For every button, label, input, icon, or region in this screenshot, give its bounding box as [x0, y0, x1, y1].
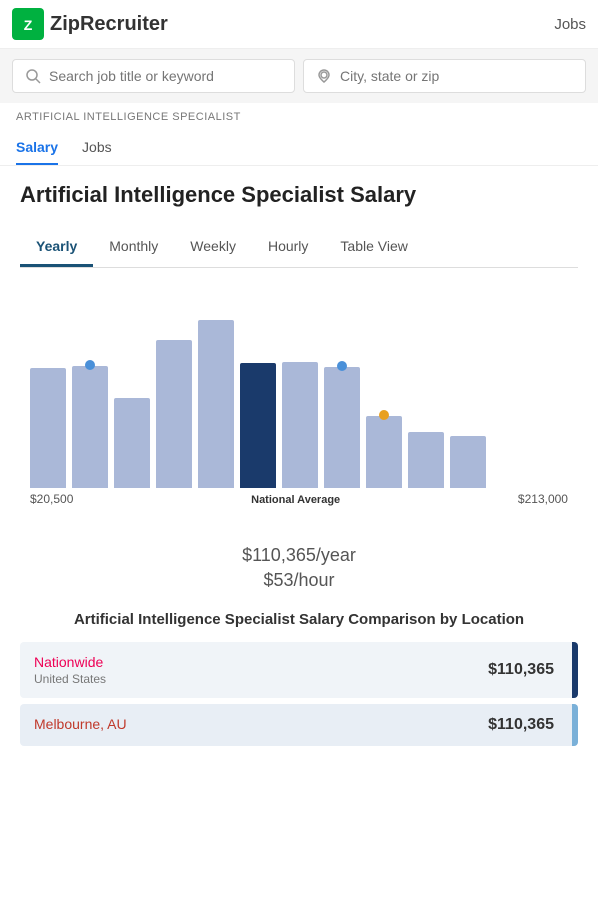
- chart-axis-labels: $20,500 National Average $213,000: [20, 488, 578, 506]
- bar-segment-1: [72, 366, 108, 488]
- salary-per-year: /year: [316, 545, 356, 565]
- bar-segment-7: [324, 367, 360, 488]
- bar-segment-2: [114, 398, 150, 488]
- salary-hourly: $53/hour: [20, 570, 578, 591]
- ziprecruiter-logo-icon: Z: [12, 8, 44, 40]
- tab-yearly[interactable]: Yearly: [20, 228, 93, 267]
- comparison-title: Artificial Intelligence Specialist Salar…: [20, 611, 578, 628]
- sub-nav-jobs[interactable]: Jobs: [82, 131, 112, 165]
- page-title: Artificial Intelligence Specialist Salar…: [20, 182, 578, 208]
- svg-text:Z: Z: [24, 17, 33, 33]
- chart-bars: [20, 288, 578, 488]
- comparison-name-nationwide: Nationwide: [34, 654, 488, 670]
- chart-bar-3: [156, 340, 192, 488]
- salary-hourly-amount: $53: [263, 570, 293, 590]
- comparison-row-melbourne: Melbourne, AU $110,365: [20, 704, 578, 746]
- search-bar: [0, 49, 598, 103]
- sub-nav: Salary Jobs: [0, 131, 598, 166]
- bar-segment-4: [198, 320, 234, 488]
- job-search-input[interactable]: [49, 68, 282, 84]
- chart-label-max: $213,000: [518, 492, 568, 506]
- jobs-link[interactable]: Jobs: [554, 16, 586, 33]
- bar-segment-10: [450, 436, 486, 488]
- bar-segment-3: [156, 340, 192, 488]
- salary-chart: $20,500 National Average $213,000: [20, 288, 578, 518]
- chart-bar-2: [114, 398, 150, 488]
- chart-bar-8: [366, 416, 402, 488]
- chart-bar-0: [30, 368, 66, 488]
- tab-hourly[interactable]: Hourly: [252, 228, 324, 267]
- comparison-value-melbourne: $110,365: [488, 716, 554, 734]
- comparison-info-melbourne: Melbourne, AU: [34, 716, 488, 734]
- tab-table-view[interactable]: Table View: [324, 228, 423, 267]
- chart-bar-10: [450, 436, 486, 488]
- bar-segment-6: [282, 362, 318, 488]
- comparison-sub-nationwide: United States: [34, 672, 488, 686]
- bar-segment-0: [30, 368, 66, 488]
- main-content: Artificial Intelligence Specialist Salar…: [0, 166, 598, 764]
- logo-text: ZipRecruiter: [50, 13, 168, 36]
- chart-bar-4: [198, 320, 234, 488]
- tab-monthly[interactable]: Monthly: [93, 228, 174, 267]
- salary-amount: $110,365: [242, 545, 316, 565]
- comparison-row-nationwide: Nationwide United States $110,365: [20, 642, 578, 698]
- comparison-value-nationwide: $110,365: [488, 661, 554, 679]
- salary-main-value: $110,365/year: [20, 528, 578, 570]
- chart-national-label: National Average: [251, 494, 340, 506]
- location-search-input[interactable]: [340, 68, 573, 84]
- chart-bar-7: [324, 367, 360, 488]
- salary-tabs: Yearly Monthly Weekly Hourly Table View: [20, 228, 578, 268]
- sub-nav-salary[interactable]: Salary: [16, 131, 58, 165]
- bar-segment-5: [240, 363, 276, 488]
- salary-per-hour: /hour: [294, 570, 335, 590]
- blue-dot-1: [85, 360, 95, 370]
- bar-segment-9: [408, 432, 444, 488]
- salary-display: $110,365/year $53/hour: [20, 528, 578, 591]
- location-icon: [316, 68, 332, 84]
- comparison-info-nationwide: Nationwide United States: [34, 654, 488, 686]
- location-search-wrap: [303, 59, 586, 93]
- comparison-section: Artificial Intelligence Specialist Salar…: [20, 611, 578, 746]
- orange-dot-8: [379, 410, 389, 420]
- chart-label-min: $20,500: [30, 492, 73, 506]
- comparison-bar-nationwide: [572, 642, 578, 698]
- comparison-name-melbourne: Melbourne, AU: [34, 716, 488, 732]
- chart-bar-9: [408, 432, 444, 488]
- search-icon: [25, 68, 41, 84]
- chart-bar-1: [72, 366, 108, 488]
- bar-segment-8: [366, 416, 402, 488]
- comparison-bar-melbourne: [572, 704, 578, 746]
- logo: Z ZipRecruiter: [12, 8, 168, 40]
- tab-weekly[interactable]: Weekly: [174, 228, 252, 267]
- chart-bar-6: [282, 362, 318, 488]
- blue-dot-7: [337, 361, 347, 371]
- chart-bar-5: [240, 363, 276, 488]
- breadcrumb: ARTIFICIAL INTELLIGENCE SPECIALIST: [0, 103, 598, 131]
- header: Z ZipRecruiter Jobs: [0, 0, 598, 49]
- job-search-wrap: [12, 59, 295, 93]
